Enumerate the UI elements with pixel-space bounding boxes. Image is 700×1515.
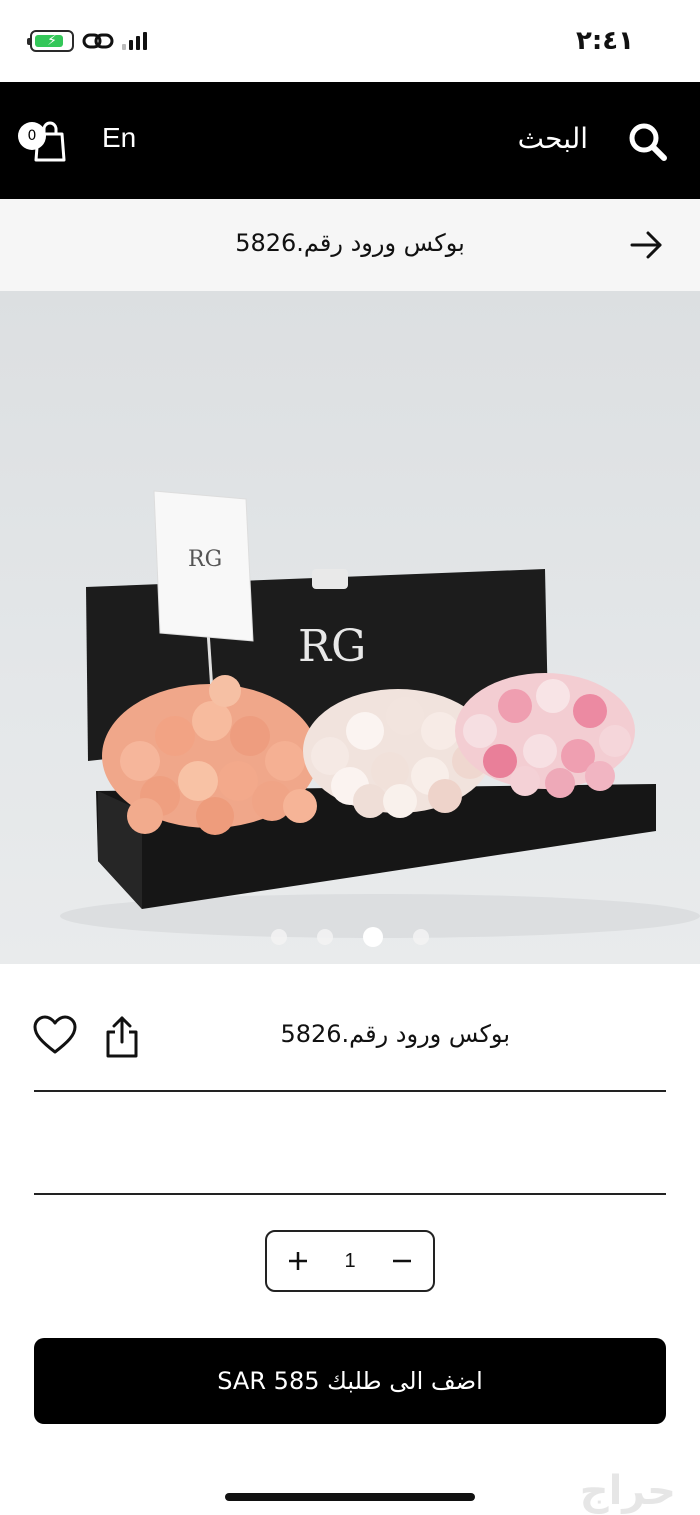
plus-icon [289,1252,307,1270]
add-to-cart-button[interactable]: اضف الى طلبك 585 SAR [34,1338,666,1424]
signal-icon [122,32,147,50]
cart-count-badge: 0 [18,122,46,150]
gallery-dot[interactable] [413,929,429,945]
heart-icon[interactable] [32,1014,78,1056]
status-bar: ⚡ ٢:٤١ [0,0,700,82]
cart-button[interactable]: 0 [18,120,68,162]
search-label[interactable]: البحث [518,122,588,155]
svg-text:RG: RG [298,621,366,672]
gallery-dot-active[interactable] [363,927,383,947]
svg-text:RG: RG [188,547,222,572]
divider [34,1090,666,1092]
gallery-dot[interactable] [271,929,287,945]
decrease-quantity-button[interactable] [387,1246,417,1276]
quantity-value: 1 [344,1249,356,1272]
status-time: ٢:٤١ [575,26,634,56]
search-icon[interactable] [628,122,668,162]
divider [34,1193,666,1195]
back-arrow-icon[interactable] [628,227,664,263]
product-photo: RG RG [60,490,700,938]
haraj-watermark: حراج [579,1468,676,1514]
page-title: بوكس ورود رقم.5826 [235,229,465,257]
gallery-pagination [0,927,700,947]
quantity-stepper: 1 [265,1230,435,1292]
product-image-gallery[interactable]: RG RG [0,291,700,964]
battery-icon: ⚡ [27,30,74,52]
link-icon [82,33,114,49]
language-toggle[interactable]: En [102,122,136,154]
home-indicator [225,1493,475,1501]
status-icons: ⚡ [27,30,147,52]
gallery-dot[interactable] [317,929,333,945]
product-info-row: بوكس ورود رقم.5826 [0,964,700,1092]
increase-quantity-button[interactable] [283,1246,313,1276]
header: 0 En البحث [0,82,700,199]
minus-icon [393,1259,411,1263]
title-bar: بوكس ورود رقم.5826 [0,199,700,291]
product-name: بوكس ورود رقم.5826 [280,1020,510,1048]
share-icon[interactable] [102,1014,142,1060]
